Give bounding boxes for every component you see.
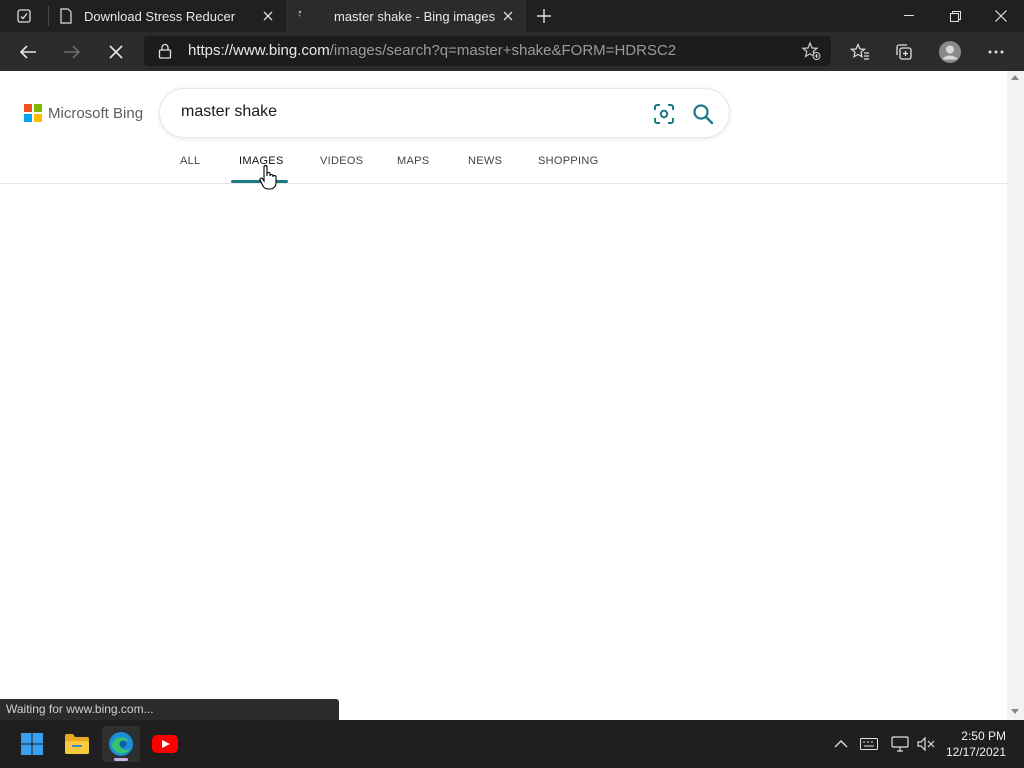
close-window-icon[interactable]: [978, 0, 1024, 32]
system-clock[interactable]: 2:50 PM 12/17/2021: [946, 728, 1006, 760]
search-input[interactable]: master shake: [181, 103, 277, 121]
web-page: Microsoft Bing master shake ALL IMAGES V…: [0, 71, 1007, 720]
close-tab-icon[interactable]: [500, 8, 516, 24]
browser-tab-bar: Download Stress Reducer master shake - B…: [0, 0, 1024, 32]
tab-separator: [48, 6, 49, 26]
tab-actions-icon[interactable]: [8, 4, 40, 28]
active-app-indicator: [114, 758, 128, 761]
page-icon: [58, 8, 74, 24]
scope-maps[interactable]: MAPS: [397, 154, 429, 184]
scope-videos[interactable]: VIDEOS: [320, 154, 363, 184]
scope-all[interactable]: ALL: [180, 154, 200, 184]
lock-icon[interactable]: [158, 43, 174, 59]
logo-text: Microsoft Bing: [48, 104, 144, 122]
status-bubble: Waiting for www.bing.com...: [0, 699, 339, 720]
volume-muted-icon[interactable]: [916, 734, 936, 754]
url-scheme: https://: [188, 42, 234, 59]
stop-loading-icon[interactable]: [100, 36, 132, 68]
restore-icon[interactable]: [932, 0, 978, 32]
profile-avatar-icon[interactable]: [934, 36, 966, 68]
scope-shopping[interactable]: SHOPPING: [538, 154, 598, 184]
start-icon[interactable]: [13, 726, 51, 762]
bing-logo[interactable]: Microsoft Bing: [24, 104, 143, 122]
show-hidden-icons-icon[interactable]: [831, 734, 851, 754]
network-icon[interactable]: [890, 734, 910, 754]
windows-taskbar: 2:50 PM 12/17/2021: [0, 720, 1024, 768]
clock-time: 2:50 PM: [961, 729, 1006, 743]
back-icon[interactable]: [12, 36, 44, 68]
hand-cursor-icon: [259, 165, 279, 191]
clock-date: 12/17/2021: [945, 745, 1006, 759]
file-explorer-icon[interactable]: [58, 726, 96, 762]
loading-icon: [294, 8, 310, 24]
page-scrollbar[interactable]: [1007, 71, 1024, 720]
scroll-down-icon[interactable]: [1011, 709, 1019, 714]
search-box[interactable]: master shake: [160, 89, 729, 137]
visual-search-icon[interactable]: [653, 103, 675, 125]
scope-news[interactable]: NEWS: [468, 154, 502, 184]
add-favorite-icon[interactable]: [801, 41, 823, 61]
scroll-up-icon[interactable]: [1011, 75, 1019, 80]
youtube-icon[interactable]: [146, 726, 184, 762]
url-host: www.bing.com: [233, 42, 330, 59]
edge-icon[interactable]: [102, 726, 140, 762]
tab-master-shake-bing-images[interactable]: master shake - Bing images: [286, 0, 526, 32]
collections-icon[interactable]: [888, 36, 920, 68]
tab-title: master shake - Bing images: [334, 8, 496, 24]
url-path: /images/search?q=master+shake&FORM=HDRSC…: [329, 42, 677, 59]
browser-toolbar: https://www.bing.com/images/search?q=mas…: [0, 32, 1024, 71]
forward-icon[interactable]: [56, 36, 88, 68]
header-divider: [0, 183, 1007, 184]
minimize-icon[interactable]: [886, 0, 932, 32]
favorites-icon[interactable]: [844, 36, 876, 68]
address-bar[interactable]: https://www.bing.com/images/search?q=mas…: [144, 36, 831, 66]
new-tab-icon[interactable]: [532, 4, 556, 28]
address-url[interactable]: https://www.bing.com/images/search?q=mas…: [188, 42, 676, 59]
settings-more-icon[interactable]: [980, 36, 1012, 68]
tab-download-stress-reducer[interactable]: Download Stress Reducer: [50, 0, 286, 32]
keyboard-icon[interactable]: [859, 734, 879, 754]
tab-title: Download Stress Reducer: [84, 8, 236, 24]
search-scopes: ALL IMAGES VIDEOS MAPS NEWS SHOPPING: [0, 154, 1007, 184]
search-icon[interactable]: [692, 103, 714, 125]
close-tab-icon[interactable]: [260, 8, 276, 24]
microsoft-logo-icon: [24, 104, 42, 122]
